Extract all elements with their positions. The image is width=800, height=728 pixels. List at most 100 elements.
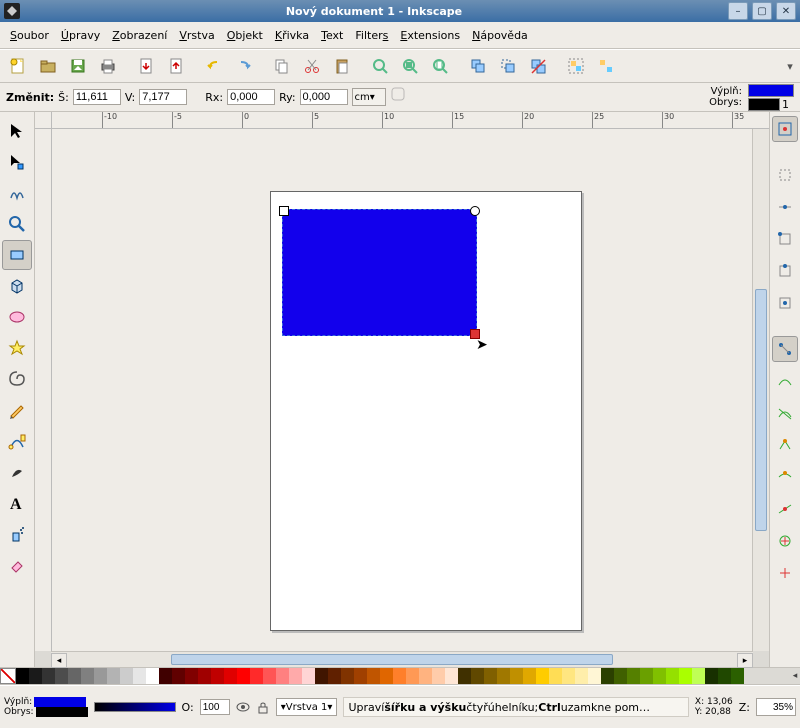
- spiral-tool[interactable]: [2, 364, 32, 394]
- menu-napoveda[interactable]: Nápověda: [468, 27, 532, 44]
- palette-swatch[interactable]: [666, 668, 679, 684]
- ungroup-button[interactable]: [592, 52, 620, 80]
- snap-bbox-button[interactable]: [772, 162, 798, 188]
- import-button[interactable]: [132, 52, 160, 80]
- palette-swatch[interactable]: [445, 668, 458, 684]
- node-tool[interactable]: [2, 147, 32, 177]
- selector-tool[interactable]: [2, 116, 32, 146]
- palette-swatch[interactable]: [640, 668, 653, 684]
- palette-swatch[interactable]: [224, 668, 237, 684]
- 3dbox-tool[interactable]: [2, 271, 32, 301]
- snap-bbox-center-button[interactable]: [772, 290, 798, 316]
- menu-soubor[interactable]: Soubor: [6, 27, 53, 44]
- zoom-drawing-button[interactable]: [396, 52, 424, 80]
- palette-swatch[interactable]: [276, 668, 289, 684]
- copy-button[interactable]: [268, 52, 296, 80]
- pencil-tool[interactable]: [2, 395, 32, 425]
- snap-path-button[interactable]: [772, 368, 798, 394]
- horizontal-scrollbar[interactable]: ◂ ▸: [51, 651, 753, 667]
- text-tool[interactable]: A: [2, 488, 32, 518]
- palette-swatch[interactable]: [198, 668, 211, 684]
- palette-swatch[interactable]: [367, 668, 380, 684]
- menu-upravy[interactable]: Úpravy: [57, 27, 104, 44]
- layer-visibility-icon[interactable]: [236, 700, 250, 714]
- palette-swatch[interactable]: [393, 668, 406, 684]
- calligraphy-tool[interactable]: [2, 457, 32, 487]
- palette-swatch[interactable]: [484, 668, 497, 684]
- palette-swatch[interactable]: [380, 668, 393, 684]
- palette-swatch[interactable]: [211, 668, 224, 684]
- spray-tool[interactable]: [2, 519, 32, 549]
- stroke-swatch[interactable]: [748, 98, 780, 111]
- palette-swatch[interactable]: [614, 668, 627, 684]
- palette-swatch[interactable]: [302, 668, 315, 684]
- palette-swatch[interactable]: [718, 668, 731, 684]
- palette-swatch[interactable]: [562, 668, 575, 684]
- vertical-scrollbar[interactable]: [752, 129, 769, 651]
- resize-handle-tl[interactable]: [279, 206, 289, 216]
- bezier-tool[interactable]: [2, 426, 32, 456]
- close-button[interactable]: ✕: [776, 2, 796, 20]
- palette-swatch[interactable]: [29, 668, 42, 684]
- snap-nodes-button[interactable]: [772, 336, 798, 362]
- layer-lock-icon[interactable]: [256, 700, 270, 714]
- palette-swatch[interactable]: [55, 668, 68, 684]
- palette-swatch[interactable]: [549, 668, 562, 684]
- palette-swatch[interactable]: [185, 668, 198, 684]
- unlink-clone-button[interactable]: [524, 52, 552, 80]
- palette-swatch[interactable]: [653, 668, 666, 684]
- group-button[interactable]: [562, 52, 590, 80]
- paste-button[interactable]: [328, 52, 356, 80]
- menu-vrstva[interactable]: Vrstva: [175, 27, 218, 44]
- palette-swatch[interactable]: [497, 668, 510, 684]
- menu-zobrazeni[interactable]: Zobrazení: [108, 27, 171, 44]
- fill-swatch[interactable]: [748, 84, 794, 97]
- new-document-button[interactable]: [4, 52, 32, 80]
- palette-swatch[interactable]: [328, 668, 341, 684]
- redo-button[interactable]: [230, 52, 258, 80]
- palette-swatch[interactable]: [601, 668, 614, 684]
- height-input[interactable]: [139, 89, 187, 105]
- clone-button[interactable]: [494, 52, 522, 80]
- palette-swatch[interactable]: [133, 668, 146, 684]
- opacity-input[interactable]: [200, 699, 230, 715]
- palette-swatch[interactable]: [588, 668, 601, 684]
- save-button[interactable]: [64, 52, 92, 80]
- snap-smooth-button[interactable]: [772, 464, 798, 490]
- palette-swatch[interactable]: [731, 668, 744, 684]
- zoom-page-button[interactable]: [426, 52, 454, 80]
- palette-swatch[interactable]: [692, 668, 705, 684]
- palette-swatch[interactable]: [575, 668, 588, 684]
- palette-swatch[interactable]: [107, 668, 120, 684]
- palette-swatch[interactable]: [341, 668, 354, 684]
- snap-cusp-button[interactable]: [772, 432, 798, 458]
- snap-rotation-center-button[interactable]: [772, 560, 798, 586]
- unit-select[interactable]: cm▾: [352, 88, 386, 106]
- zoom-fit-button[interactable]: [366, 52, 394, 80]
- palette-swatch[interactable]: [94, 668, 107, 684]
- open-button[interactable]: [34, 52, 62, 80]
- menu-objekt[interactable]: Objekt: [223, 27, 267, 44]
- drawn-rectangle[interactable]: [282, 209, 477, 336]
- rx-input[interactable]: [227, 89, 275, 105]
- snap-line-midpoint-button[interactable]: [772, 496, 798, 522]
- palette-swatch[interactable]: [250, 668, 263, 684]
- cut-button[interactable]: [298, 52, 326, 80]
- corner-reset-button[interactable]: [390, 86, 412, 108]
- eraser-tool[interactable]: [2, 550, 32, 580]
- palette-swatch[interactable]: [419, 668, 432, 684]
- menu-filters[interactable]: Filters: [351, 27, 392, 44]
- snap-enable-button[interactable]: [772, 116, 798, 142]
- width-input[interactable]: [73, 89, 121, 105]
- toolbar-overflow-icon[interactable]: ▾: [784, 60, 796, 73]
- menu-krivka[interactable]: Křivka: [271, 27, 313, 44]
- scroll-left-icon[interactable]: ◂: [51, 653, 67, 668]
- minimize-button[interactable]: –: [728, 2, 748, 20]
- palette-swatch[interactable]: [354, 668, 367, 684]
- status-fill-swatch[interactable]: [34, 697, 86, 707]
- tweak-tool[interactable]: [2, 178, 32, 208]
- snap-bbox-edge-button[interactable]: [772, 194, 798, 220]
- palette-swatch[interactable]: [289, 668, 302, 684]
- menu-extensions[interactable]: Extensions: [396, 27, 464, 44]
- scroll-right-icon[interactable]: ▸: [737, 653, 753, 668]
